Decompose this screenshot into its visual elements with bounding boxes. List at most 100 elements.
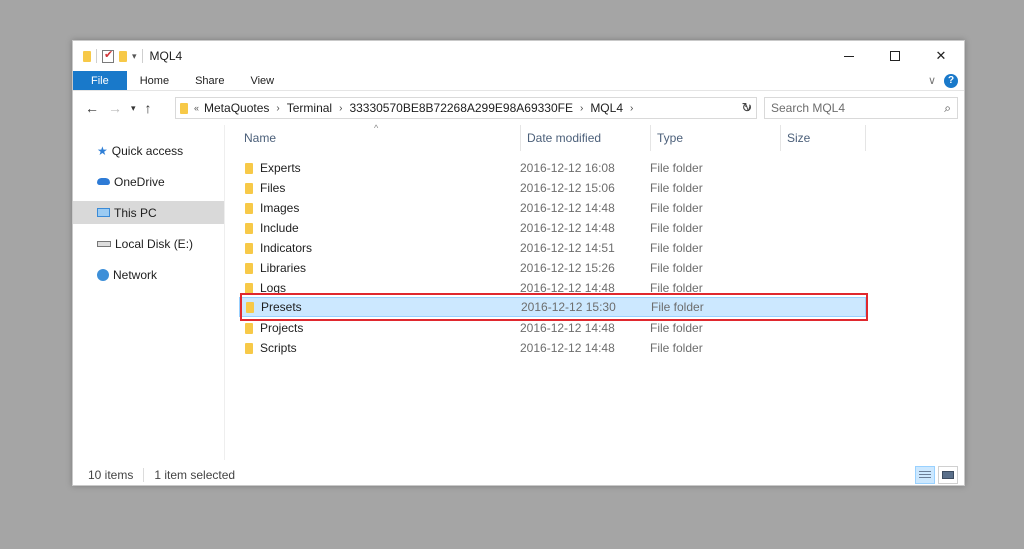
star-icon: ★ [97,143,108,158]
file-row[interactable]: Experts 2016-12-12 16:08 File folder [239,158,866,178]
cloud-icon [97,178,110,185]
tab-home[interactable]: Home [127,71,182,90]
back-icon[interactable]: ← [85,100,99,116]
date-cell: 2016-12-12 14:48 [520,281,615,295]
type-cell: File folder [650,161,703,175]
file-row[interactable]: Include 2016-12-12 14:48 File folder [239,218,866,238]
sidebar-item-network[interactable]: Network [73,263,224,286]
type-cell: File folder [650,321,703,335]
name-cell: Libraries [239,261,520,275]
date-cell: 2016-12-12 14:48 [520,221,615,235]
name-cell: Projects [239,321,520,335]
type-cell: File folder [650,341,703,355]
folder-icon [245,202,253,214]
file-name: Images [260,201,300,215]
minimize-button[interactable] [826,41,872,71]
type-cell: File folder [650,261,703,275]
column-header-name[interactable]: Name [233,125,520,151]
divider [96,49,97,63]
sidebar-item-label: Local Disk (E:) [115,236,194,251]
breadcrumb-item[interactable]: 33330570BE8B72268A299E98A69330FE [349,101,573,115]
name-cell: Logs [239,281,520,295]
search-box[interactable]: ⌕ [764,97,958,119]
folder-icon [245,162,253,174]
search-icon[interactable]: ⌕ [944,101,951,116]
date-cell: 2016-12-12 15:06 [520,181,615,195]
details-view-button[interactable] [915,466,935,484]
file-name: Include [260,221,299,235]
folder-icon [245,242,253,254]
tab-file[interactable]: File [73,71,127,90]
view-buttons [915,466,964,484]
file-row[interactable]: Scripts 2016-12-12 14:48 File folder [239,338,866,358]
sidebar-item-label: This PC [114,205,157,220]
file-row[interactable]: Files 2016-12-12 15:06 File folder [239,178,866,198]
breadcrumb-item[interactable]: MQL4 [590,101,623,115]
sidebar-item-onedrive[interactable]: OneDrive [73,170,224,193]
navigation-buttons: ← → ▾ ↑ [73,100,175,116]
file-name: Experts [260,161,301,175]
network-icon [97,268,109,281]
date-cell: 2016-12-12 14:48 [520,201,615,215]
chevron-right-icon[interactable]: › [630,103,633,114]
recent-locations-icon[interactable]: ▾ [131,103,136,114]
sidebar-item-this-pc[interactable]: This PC [73,201,224,224]
folder-icon [245,182,253,194]
folder-icon [83,50,91,62]
chevron-right-icon[interactable]: › [580,103,583,114]
search-input[interactable] [771,101,931,115]
computer-icon [97,208,110,217]
column-header-type[interactable]: Type [650,125,780,151]
name-cell: Indicators [239,241,520,255]
name-cell: Presets [240,300,521,314]
breadcrumb-item[interactable]: MetaQuotes [204,101,269,115]
file-row[interactable]: Images 2016-12-12 14:48 File folder [239,198,866,218]
file-name: Presets [261,300,302,314]
name-cell: Scripts [239,341,520,355]
file-name: Projects [260,321,304,335]
new-folder-icon[interactable] [119,50,127,62]
file-row[interactable]: Projects 2016-12-12 14:48 File folder [239,318,866,338]
up-icon[interactable]: ↑ [145,100,152,116]
folder-icon [246,301,254,313]
sidebar-item-quick-access[interactable]: ★ Quick access [73,139,224,162]
folder-icon [245,222,253,234]
divider [143,468,145,482]
date-cell: 2016-12-12 16:08 [520,161,615,175]
address-bar[interactable]: « MetaQuotes › Terminal › 33330570BE8B72… [175,97,757,119]
large-icons-view-button[interactable] [938,466,958,484]
large-icons-view-icon [942,471,954,479]
date-cell: 2016-12-12 14:48 [520,321,615,335]
address-row: ← → ▾ ↑ « MetaQuotes › Terminal › 333305… [73,95,964,121]
close-button[interactable]: ✕ [918,41,964,71]
file-row[interactable]: Indicators 2016-12-12 14:51 File folder [239,238,866,258]
chevron-right-icon[interactable]: › [276,103,279,114]
column-header-size[interactable]: Size [780,125,866,151]
customize-toolbar-icon[interactable]: ▾ [132,51,137,62]
file-row[interactable]: Logs 2016-12-12 14:48 File folder [239,278,866,298]
chevron-right-icon[interactable]: › [339,103,342,114]
tab-share[interactable]: Share [182,71,237,90]
file-row-selected[interactable]: Presets 2016-12-12 15:30 File folder [239,297,866,317]
help-icon[interactable]: ? [944,73,958,88]
breadcrumb-item[interactable]: Terminal [287,101,332,115]
file-name: Scripts [260,341,297,355]
refresh-icon[interactable]: ↻ [737,100,757,116]
maximize-icon [890,51,900,61]
status-bar: 10 items 1 item selected [73,464,964,486]
column-header-date[interactable]: Date modified [520,125,650,151]
sidebar-item-local-disk[interactable]: Local Disk (E:) [73,232,224,255]
breadcrumb-overflow-icon[interactable]: « [194,103,199,113]
minimize-icon [844,55,854,57]
properties-icon[interactable] [102,48,114,63]
name-cell: Files [239,181,520,195]
ribbon-tabs: File Home Share View ∨ ? [73,71,964,91]
file-name: Libraries [260,261,307,275]
close-icon: ✕ [935,48,947,63]
tab-view[interactable]: View [237,71,287,90]
type-cell: File folder [650,241,703,255]
expand-ribbon-icon[interactable]: ∨ [928,74,936,87]
maximize-button[interactable] [872,41,918,71]
forward-icon[interactable]: → [108,100,122,116]
file-row[interactable]: Libraries 2016-12-12 15:26 File folder [239,258,866,278]
